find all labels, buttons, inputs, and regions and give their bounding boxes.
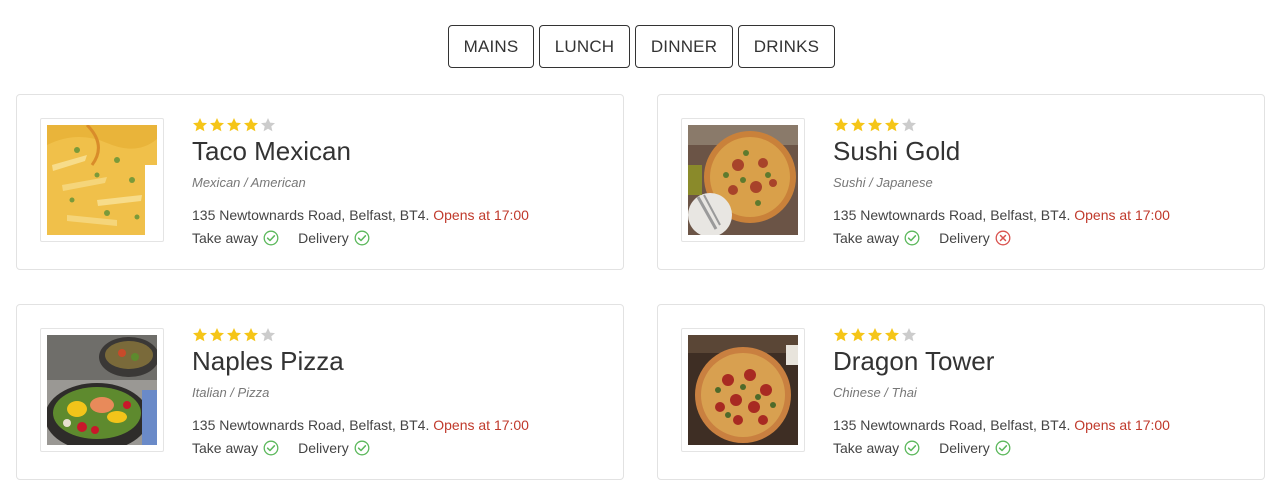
restaurant-info: Taco Mexican Mexican / American 135 Newt… <box>192 117 612 246</box>
service-line: Take away Delivery <box>833 230 1253 246</box>
takeaway-status: Take away <box>833 230 920 246</box>
star-filled-icon <box>193 328 207 342</box>
address-line: 135 Newtownards Road, Belfast, BT4. Open… <box>192 417 612 433</box>
tab-drinks[interactable]: DRINKS <box>738 25 835 68</box>
loaded-fries-photo <box>47 125 157 235</box>
salad-bowl-photo <box>47 335 157 445</box>
star-empty-icon <box>261 328 275 342</box>
star-filled-icon <box>227 328 241 342</box>
takeaway-status: Take away <box>192 230 279 246</box>
rating-stars <box>833 327 1253 345</box>
restaurant-cuisine: Chinese / Thai <box>833 385 917 400</box>
takeaway-status: Take away <box>833 440 920 456</box>
delivery-label: Delivery <box>939 440 990 456</box>
restaurant-name[interactable]: Dragon Tower <box>833 346 1253 376</box>
address-line: 135 Newtownards Road, Belfast, BT4. Open… <box>833 207 1253 223</box>
takeaway-label: Take away <box>192 440 259 456</box>
delivery-status: Delivery <box>298 230 370 246</box>
star-filled-icon <box>851 118 865 132</box>
check-circle-icon <box>263 440 279 456</box>
restaurant-card[interactable]: Naples Pizza Italian / Pizza 135 Newtown… <box>16 304 624 480</box>
star-empty-icon <box>261 118 275 132</box>
star-filled-icon <box>834 328 848 342</box>
restaurant-cuisine: Mexican / American <box>192 175 306 190</box>
delivery-status: Delivery <box>298 440 370 456</box>
star-filled-icon <box>193 118 207 132</box>
takeaway-label: Take away <box>833 440 900 456</box>
star-filled-icon <box>885 328 899 342</box>
star-filled-icon <box>244 328 258 342</box>
restaurant-info: Sushi Gold Sushi / Japanese 135 Newtowna… <box>833 117 1253 246</box>
delivery-status: Delivery <box>939 230 1011 246</box>
opening-time: Opens at 17:00 <box>1074 207 1170 223</box>
star-filled-icon <box>210 328 224 342</box>
rating-stars <box>833 117 1253 135</box>
opening-time: Opens at 17:00 <box>433 207 529 223</box>
restaurant-name[interactable]: Sushi Gold <box>833 136 1253 166</box>
restaurant-cuisine: Sushi / Japanese <box>833 175 933 190</box>
delivery-label: Delivery <box>298 440 349 456</box>
opening-time: Opens at 17:00 <box>433 417 529 433</box>
star-filled-icon <box>227 118 241 132</box>
restaurant-info: Dragon Tower Chinese / Thai 135 Newtowna… <box>833 327 1253 456</box>
address-line: 135 Newtownards Road, Belfast, BT4. Open… <box>833 417 1253 433</box>
takeaway-label: Take away <box>192 230 259 246</box>
rating-stars <box>192 327 612 345</box>
service-line: Take away Delivery <box>192 440 612 456</box>
delivery-label: Delivery <box>939 230 990 246</box>
star-filled-icon <box>868 118 882 132</box>
tab-lunch[interactable]: LUNCH <box>539 25 630 68</box>
star-filled-icon <box>834 118 848 132</box>
check-circle-icon <box>354 230 370 246</box>
takeaway-label: Take away <box>833 230 900 246</box>
restaurant-name[interactable]: Naples Pizza <box>192 346 612 376</box>
restaurant-info: Naples Pizza Italian / Pizza 135 Newtown… <box>192 327 612 456</box>
star-empty-icon <box>902 118 916 132</box>
restaurant-image[interactable] <box>681 328 805 452</box>
star-filled-icon <box>868 328 882 342</box>
check-circle-icon <box>904 230 920 246</box>
restaurant-name[interactable]: Taco Mexican <box>192 136 612 166</box>
category-tabs: MAINS LUNCH DINNER DRINKS <box>0 25 1282 68</box>
delivery-label: Delivery <box>298 230 349 246</box>
restaurant-card[interactable]: Dragon Tower Chinese / Thai 135 Newtowna… <box>657 304 1265 480</box>
restaurant-image[interactable] <box>40 118 164 242</box>
restaurant-cuisine: Italian / Pizza <box>192 385 270 400</box>
address-line: 135 Newtownards Road, Belfast, BT4. Open… <box>192 207 612 223</box>
pizza-photo <box>688 125 798 235</box>
restaurant-address: 135 Newtownards Road, Belfast, BT4. <box>192 207 430 223</box>
restaurant-address: 135 Newtownards Road, Belfast, BT4. <box>833 207 1071 223</box>
star-filled-icon <box>885 118 899 132</box>
restaurant-address: 135 Newtownards Road, Belfast, BT4. <box>833 417 1071 433</box>
star-empty-icon <box>902 328 916 342</box>
restaurant-card[interactable]: Sushi Gold Sushi / Japanese 135 Newtowna… <box>657 94 1265 270</box>
cross-circle-icon <box>995 230 1011 246</box>
opening-time: Opens at 17:00 <box>1074 417 1170 433</box>
restaurant-image[interactable] <box>681 118 805 242</box>
restaurant-address: 135 Newtownards Road, Belfast, BT4. <box>192 417 430 433</box>
tab-mains[interactable]: MAINS <box>448 25 534 68</box>
check-circle-icon <box>995 440 1011 456</box>
restaurant-image[interactable] <box>40 328 164 452</box>
delivery-status: Delivery <box>939 440 1011 456</box>
star-filled-icon <box>210 118 224 132</box>
service-line: Take away Delivery <box>192 230 612 246</box>
restaurant-card[interactable]: Taco Mexican Mexican / American 135 Newt… <box>16 94 624 270</box>
check-circle-icon <box>263 230 279 246</box>
star-filled-icon <box>244 118 258 132</box>
star-filled-icon <box>851 328 865 342</box>
check-circle-icon <box>904 440 920 456</box>
check-circle-icon <box>354 440 370 456</box>
takeaway-status: Take away <box>192 440 279 456</box>
service-line: Take away Delivery <box>833 440 1253 456</box>
tab-dinner[interactable]: DINNER <box>635 25 733 68</box>
rating-stars <box>192 117 612 135</box>
pepperoni-pizza-photo <box>688 335 798 445</box>
